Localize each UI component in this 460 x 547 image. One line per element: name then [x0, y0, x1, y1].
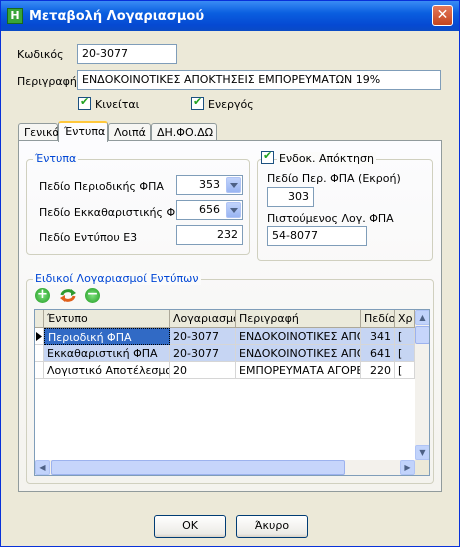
- grid-cell-form[interactable]: Περιοδική ΦΠΑ: [44, 328, 170, 345]
- horizontal-scroll-thumb[interactable]: [51, 460, 345, 475]
- moving-label: Κινείται: [95, 98, 140, 111]
- close-button[interactable]: ✕: [432, 5, 453, 26]
- intra-group-title: Ενδοκ. Απόκτηση: [277, 152, 376, 165]
- dialog-window: H Μεταβολή Λογαριασμού ✕ Κωδικός 20-3077…: [0, 0, 460, 547]
- credit-account-input[interactable]: 54-8077: [267, 226, 367, 246]
- row-selector: [35, 345, 44, 362]
- scroll-left-icon[interactable]: ◀: [35, 460, 50, 475]
- chevron-down-icon[interactable]: [226, 177, 241, 193]
- scroll-right-icon[interactable]: ▶: [400, 460, 415, 475]
- tab-difodo[interactable]: ΔΗ.ΦΟ.ΔΩ: [151, 123, 217, 141]
- remove-icon[interactable]: −: [85, 287, 100, 303]
- grid-cell-form[interactable]: Εκκαθαριστική ΦΠΑ: [44, 345, 170, 362]
- add-icon[interactable]: +: [35, 288, 50, 303]
- row-selector: [35, 362, 44, 379]
- e3-field-label: Πεδίο Εντύπου Ε3: [39, 231, 138, 244]
- tab-general[interactable]: Γενικά: [18, 123, 60, 141]
- tab-forms[interactable]: Έντυπα: [58, 121, 108, 142]
- active-label: Ενεργός: [208, 98, 254, 111]
- vertical-scroll-thumb[interactable]: [415, 326, 429, 344]
- column-header-field[interactable]: Πεδίο: [361, 310, 395, 328]
- grid-cell-description[interactable]: ΕΝΔΟΚΟΙΝΟΤΙΚΕΣ ΑΠΟΚΤ: [236, 328, 361, 345]
- clearing-field-combo[interactable]: 656: [176, 200, 243, 220]
- grid-cell-account[interactable]: 20-3077: [170, 345, 236, 362]
- row-selector-header: [35, 310, 44, 328]
- chevron-down-icon[interactable]: [226, 202, 241, 218]
- grid-cell-field[interactable]: 220: [361, 362, 395, 379]
- grid-cell-extra[interactable]: [: [395, 328, 415, 345]
- table-row[interactable]: Λογιστικό Αποτέλεσμα 20 ΕΜΠΟΡΕΥΜΑΤΑ ΑΓΟΡ…: [35, 362, 415, 379]
- scrollbar-corner: [415, 460, 429, 475]
- grid-cell-account[interactable]: 20-3077: [170, 328, 236, 345]
- window-title: Μεταβολή Λογαριασμού: [29, 9, 205, 24]
- vertical-scrollbar[interactable]: ▲ ▼: [415, 310, 429, 460]
- moving-checkbox[interactable]: [78, 95, 91, 110]
- intra-field-label: Πεδίο Περ. ΦΠΑ (Εκροή): [267, 172, 401, 185]
- app-icon: H: [7, 8, 23, 24]
- grid-cell-description[interactable]: ΕΜΠΟΡΕΥΜΑΤΑ ΑΓΟΡΕΣ: [236, 362, 361, 379]
- table-row[interactable]: Περιοδική ΦΠΑ 20-3077 ΕΝΔΟΚΟΙΝΟΤΙΚΕΣ ΑΠΟ…: [35, 328, 415, 345]
- grid-cell-description[interactable]: ΕΝΔΟΚΟΙΝΟΤΙΚΕΣ ΑΠΟΚΤ: [236, 345, 361, 362]
- credit-account-label: Πιστούμενος Λογ. ΦΠΑ: [267, 212, 394, 225]
- intra-field-input[interactable]: 303: [267, 187, 314, 207]
- grid-cell-field[interactable]: 341: [361, 328, 395, 345]
- grid-cell-field[interactable]: 641: [361, 345, 395, 362]
- scroll-down-icon[interactable]: ▼: [415, 445, 429, 460]
- code-field[interactable]: 20-3077: [77, 44, 177, 64]
- periodic-field-label: Πεδίο Περιοδικής ΦΠΑ: [39, 180, 164, 193]
- grid-cell-extra[interactable]: [: [395, 362, 415, 379]
- column-header-account[interactable]: Λογαριασμός: [170, 310, 236, 328]
- intra-acquisition-checkbox[interactable]: [261, 149, 274, 164]
- grid-cell-extra[interactable]: [: [395, 345, 415, 362]
- forms-group-title: Έντυπα: [33, 152, 79, 165]
- table-row[interactable]: Εκκαθαριστική ΦΠΑ 20-3077 ΕΝΔΟΚΟΙΝΟΤΙΚΕΣ…: [35, 345, 415, 362]
- horizontal-scrollbar[interactable]: ◀ ▶: [35, 460, 415, 475]
- code-label: Κωδικός: [17, 48, 64, 61]
- e3-field-input[interactable]: 232: [176, 225, 243, 245]
- clearing-field-label: Πεδίο Εκκαθαριστικής ΦΠΑ: [39, 206, 191, 219]
- tab-other[interactable]: Λοιπά: [108, 123, 151, 141]
- column-header-extra[interactable]: Χρ: [395, 310, 415, 328]
- description-label: Περιγραφή: [17, 75, 77, 88]
- special-accounts-title: Ειδικοί Λογαριασμοί Εντύπων: [33, 272, 201, 285]
- column-header-form[interactable]: Έντυπο: [44, 310, 170, 328]
- column-header-description[interactable]: Περιγραφή: [236, 310, 361, 328]
- periodic-field-combo[interactable]: 353: [176, 175, 243, 195]
- grid-cell-form[interactable]: Λογιστικό Αποτέλεσμα: [44, 362, 170, 379]
- description-field[interactable]: ΕΝΔΟΚΟΙΝΟΤΙΚΕΣ ΑΠΟΚΤΗΣΕΙΣ ΕΜΠΟΡΕΥΜΑΤΩΝ 1…: [77, 70, 441, 90]
- refresh-icon[interactable]: [59, 288, 77, 303]
- cancel-button[interactable]: Άκυρο: [236, 515, 308, 538]
- special-accounts-grid[interactable]: Έντυπο Λογαριασμός Περιγραφή Πεδίο Χρ Πε…: [34, 309, 430, 476]
- ok-button[interactable]: OK: [154, 515, 226, 538]
- title-bar[interactable]: H Μεταβολή Λογαριασμού ✕: [1, 1, 459, 31]
- scroll-up-icon[interactable]: ▲: [415, 310, 429, 325]
- clearing-field-value: 656: [199, 203, 220, 216]
- periodic-field-value: 353: [199, 178, 220, 191]
- active-checkbox[interactable]: [191, 95, 204, 110]
- current-row-marker: [35, 328, 44, 345]
- grid-cell-account[interactable]: 20: [170, 362, 236, 379]
